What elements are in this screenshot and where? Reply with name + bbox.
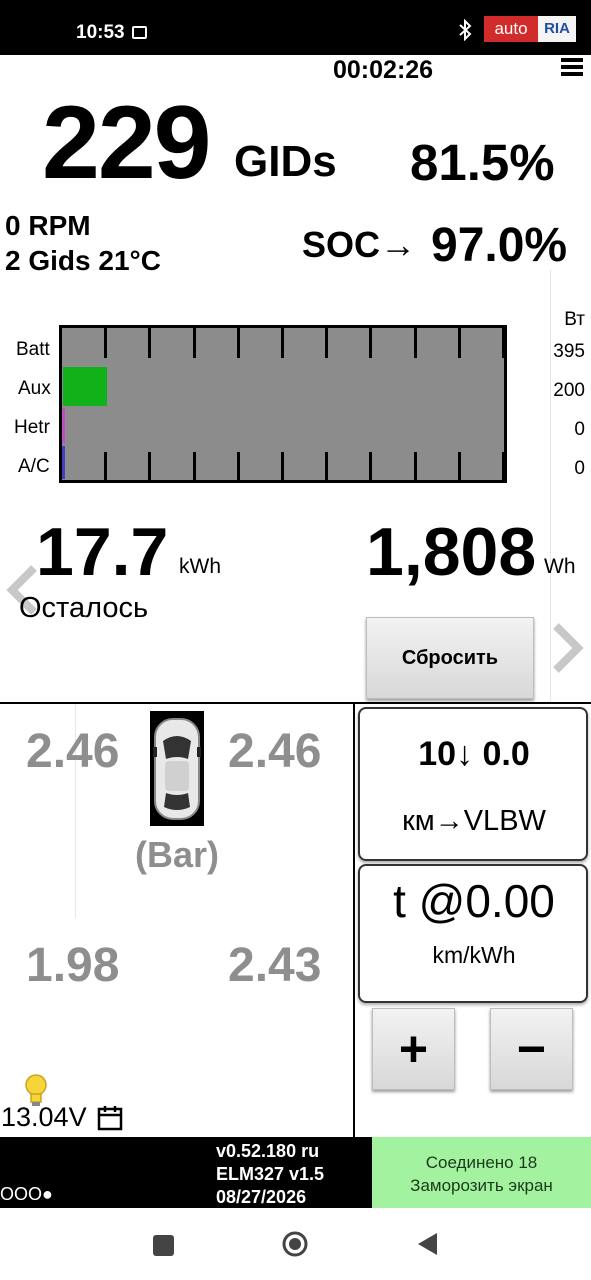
used-energy-value: 1,808 [366, 514, 537, 590]
range-label: км→VLBW [402, 805, 546, 837]
batt-watts: 395 [553, 341, 585, 362]
power-bar-chart [59, 325, 507, 483]
adapter-version: ELM327 v1.5 [216, 1164, 325, 1184]
tire-front-left: 2.46 [26, 725, 120, 778]
car-icon [150, 711, 204, 826]
reset-button[interactable]: Сбросить [366, 617, 534, 699]
connected-text: Соединено 18 Заморозить экран [372, 1151, 591, 1197]
freeze-screen-button[interactable]: Соединено 18 Заморозить экран [372, 1137, 591, 1208]
chart-tick-bottom [502, 452, 505, 480]
trip-timer: 00:02:26 [333, 56, 434, 84]
recent-apps-icon[interactable] [153, 1235, 174, 1256]
remaining-energy-unit: kWh [179, 555, 221, 578]
efficiency-unit: km/kWh [432, 942, 516, 968]
hetr-label: Hetr [14, 417, 50, 438]
gids-unit: GIDs [234, 137, 337, 186]
back-icon[interactable] [415, 1231, 439, 1257]
image-notification-icon [132, 26, 147, 39]
chevron-right-icon[interactable] [548, 618, 588, 678]
chart-tick-bottom [237, 452, 240, 480]
soc-label: SOC→ [302, 224, 417, 265]
aux-watts: 200 [553, 380, 585, 401]
hetr-watts: 0 [574, 419, 585, 440]
connection-indicator: OOO● [0, 1184, 53, 1204]
used-energy-unit: Wh [544, 555, 576, 578]
chart-tick-top [458, 328, 461, 358]
chart-tick-bottom [458, 452, 461, 480]
chart-tick-bottom [148, 452, 151, 480]
chart-tick-bottom [369, 452, 372, 480]
gids-percent: 81.5% [410, 134, 555, 191]
chart-tick-top [193, 328, 196, 358]
tire-rear-left: 1.98 [26, 939, 120, 992]
ac-label: A/C [18, 456, 50, 477]
aux-label: Aux [18, 378, 51, 399]
chart-tick-top [281, 328, 284, 358]
home-icon[interactable] [281, 1230, 309, 1258]
chart-tick-top [369, 328, 372, 358]
chart-tick-bottom [281, 452, 284, 480]
chart-tick-top [237, 328, 240, 358]
chart-tick-bottom [104, 452, 107, 480]
watermark-right: RIA [538, 16, 576, 42]
chart-tick-top [502, 328, 505, 358]
ac-power-bar [62, 446, 65, 479]
aux-power-bar [63, 367, 107, 406]
battery-voltage: 13.04V [1, 1102, 87, 1132]
horizontal-divider [0, 702, 591, 704]
watt-unit: Вт [564, 309, 585, 330]
chart-tick-top [414, 328, 417, 358]
ac-watts: 0 [574, 458, 585, 479]
status-bar: 10:53 auto RIA [0, 0, 591, 55]
chart-tick-top [104, 328, 107, 358]
chart-tick-bottom [414, 452, 417, 480]
calendar-icon[interactable] [96, 1104, 124, 1132]
version-date: 08/27/2026 [216, 1187, 307, 1207]
minus-button[interactable]: − [490, 1008, 573, 1090]
efficiency-value: t @0.00 [393, 875, 555, 927]
tire-pressure-unit: (Bar) [135, 834, 220, 875]
range-box[interactable]: 10↓ 0.0 км→VLBW [358, 707, 588, 861]
soc-value: 97.0% [431, 219, 568, 272]
chart-tick-bottom [325, 452, 328, 480]
range-value: 10↓ 0.0 [418, 735, 530, 773]
version-info: v0.52.180 ru ELM327 v1.5 08/27/2026 [216, 1140, 324, 1209]
vertical-divider [353, 704, 355, 1137]
bluetooth-icon [458, 18, 472, 47]
efficiency-box[interactable]: t @0.00 km/kWh [358, 864, 588, 1003]
watermark-left: auto [484, 16, 538, 42]
batt-label: Batt [16, 339, 50, 360]
connected-status: Соединено 18 [425, 1153, 538, 1172]
tire-front-right: 2.46 [228, 725, 322, 778]
tire-rear-right: 2.43 [228, 939, 322, 992]
status-time: 10:53 [76, 22, 125, 43]
chart-tick-bottom [193, 452, 196, 480]
chart-tick-top [325, 328, 328, 358]
freeze-screen-label: Заморозить экран [410, 1176, 553, 1195]
rpm-readout: 0 RPM [5, 210, 91, 241]
plus-button[interactable]: + [372, 1008, 455, 1090]
remaining-energy-value: 17.7 [36, 514, 169, 590]
hetr-power-bar [62, 408, 65, 443]
gids-temperature: 2 Gids 21°C [5, 245, 161, 276]
chart-tick-top [148, 328, 151, 358]
watermark-logo: auto RIA [484, 16, 576, 42]
gids-value: 229 [42, 85, 212, 201]
app-version: v0.52.180 ru [216, 1141, 320, 1161]
remaining-label: Осталось [19, 592, 149, 624]
menu-icon[interactable] [561, 58, 583, 76]
